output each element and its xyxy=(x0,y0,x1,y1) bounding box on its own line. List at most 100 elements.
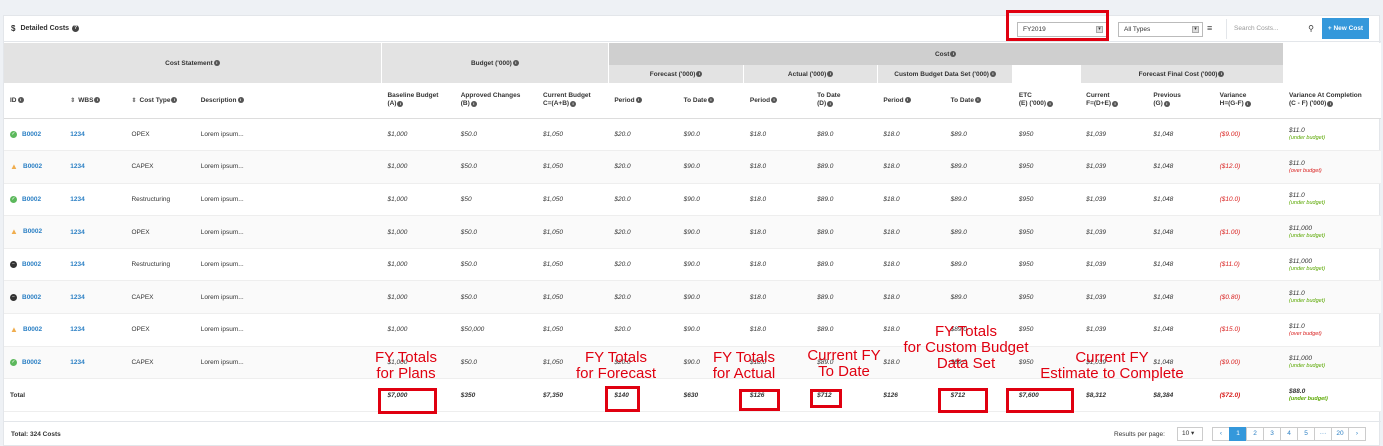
col-actual-todate[interactable]: To Date (D) i xyxy=(811,83,878,119)
wbs-link[interactable]: 1234 xyxy=(70,261,84,268)
forecast-total-highlight xyxy=(605,386,640,412)
col-approved[interactable]: Approved Changes (B) i xyxy=(454,83,538,119)
cost-id-link[interactable]: B0002 xyxy=(22,294,41,301)
table-row[interactable]: − B0002 1234 CAPEX Lorem ipsum... $1,000 $50.0… xyxy=(4,280,1381,315)
cell-cb-todate: $89.0 xyxy=(944,118,1013,152)
warning-icon: ▲ xyxy=(10,325,18,335)
col-variance[interactable]: Variance H=(G-F) i xyxy=(1213,83,1283,119)
table-row[interactable]: ▲ B0002 1234 OPEX Lorem ipsum... $1,000 $50.0 $… xyxy=(4,215,1381,249)
new-cost-button[interactable]: + New Cost xyxy=(1322,18,1369,39)
col-vac[interactable]: Variance At Completion (C - F) ('000) i xyxy=(1283,83,1381,119)
cost-id-link[interactable]: B0002 xyxy=(23,229,42,236)
search-icon[interactable]: ⚲ xyxy=(1308,19,1314,39)
col-final-previous[interactable]: Previous (G) i xyxy=(1147,83,1214,119)
annotation-actual: FY Totals for Actual xyxy=(712,349,776,382)
cell-approved: $50.0 xyxy=(454,215,538,249)
check-circle-icon: ✓ xyxy=(10,358,17,366)
cell-fc-todate: $90.0 xyxy=(677,248,744,282)
info-icon: i xyxy=(904,97,911,104)
cell-fc-todate: $90.0 xyxy=(677,118,744,152)
page-button[interactable]: 2 xyxy=(1246,427,1264,441)
table-row[interactable]: − B0002 1234 Restructuring Lorem ipsum... $1,… xyxy=(4,248,1381,282)
cell-ffc-previous: $1,048 xyxy=(1147,183,1214,217)
col-actual-period[interactable]: Period i xyxy=(743,83,812,119)
cell-wbs: 1234 xyxy=(64,118,126,152)
page-button[interactable]: 5 xyxy=(1297,427,1315,441)
column-menu-icon[interactable]: ≡ xyxy=(1207,24,1215,33)
sort-icon[interactable]: ⇕ xyxy=(70,98,75,104)
cell-vac: $11.0 (under budget) xyxy=(1283,183,1381,217)
type-select[interactable]: All Types ▾ xyxy=(1118,22,1203,37)
cost-id-link[interactable]: B0002 xyxy=(23,164,42,171)
table-row[interactable]: ✓ B0002 1234 Restructuring Lorem ipsum... $1,… xyxy=(4,183,1381,217)
cell-ac-todate: $89.0 xyxy=(811,150,878,184)
vac-note: (under budget) xyxy=(1289,135,1326,142)
results-per-page-select[interactable]: 10 ▾ xyxy=(1177,427,1203,441)
cell-etc: $950 xyxy=(1012,118,1081,152)
page-button[interactable]: 20 xyxy=(1331,427,1349,441)
cell-current-budget: $1,050 xyxy=(537,248,609,282)
col-baseline[interactable]: Baseline Budget (A) i xyxy=(381,83,455,119)
cell-ac-period: $18.0 xyxy=(743,215,812,249)
cell-baseline: $1,000 xyxy=(381,118,455,152)
info-icon: i xyxy=(1112,100,1119,107)
cost-id-link[interactable]: B0002 xyxy=(22,131,41,138)
cost-id-link[interactable]: B0002 xyxy=(22,261,41,268)
table-row[interactable]: ▲ B0002 1234 CAPEX Lorem ipsum... $1,000 $50.0… xyxy=(4,150,1381,184)
cell-vac: $11.0 (over budget) xyxy=(1283,150,1381,184)
cost-statement-header: Cost Statement i xyxy=(4,43,382,83)
wbs-link[interactable]: 1234 xyxy=(70,163,84,170)
info-icon: i xyxy=(17,97,24,104)
sort-icon[interactable]: ⇕ xyxy=(131,98,136,104)
col-current-budget[interactable]: Current Budget C=(A+B) i xyxy=(537,83,609,119)
annotation-etc: Current FY Estimate to Complete xyxy=(1040,349,1184,382)
page-button[interactable]: 3 xyxy=(1263,427,1281,441)
help-icon[interactable]: ? xyxy=(72,25,80,32)
info-icon: i xyxy=(1244,100,1251,107)
col-custom-period[interactable]: Period i xyxy=(877,83,945,119)
cell-current-budget: $1,050 xyxy=(537,183,609,217)
wbs-link[interactable]: 1234 xyxy=(70,229,84,236)
page-button[interactable]: 4 xyxy=(1280,427,1298,441)
cell-id: − B0002 xyxy=(4,280,65,315)
table-row[interactable]: ✓ B0002 1234 OPEX Lorem ipsum... $1,000 $50.0 $… xyxy=(4,118,1381,152)
col-cost-type[interactable]: ⇕ Cost Type i xyxy=(125,83,195,119)
col-final-current[interactable]: Current F=(D+E) i xyxy=(1080,83,1148,119)
prev-page-button[interactable]: ‹ xyxy=(1212,427,1230,441)
cell-ac-todate: $89.0 xyxy=(811,313,878,347)
total-vac: $88.0 (under budget) xyxy=(1283,378,1381,413)
cost-id-link[interactable]: B0002 xyxy=(22,359,41,366)
cost-id-link[interactable]: B0002 xyxy=(22,196,41,203)
cell-ffc-current: $1,039 xyxy=(1080,248,1148,282)
table-row[interactable]: ▲ B0002 1234 OPEX Lorem ipsum... $1,000 $50,00… xyxy=(4,313,1381,347)
cost-id-link[interactable]: B0002 xyxy=(23,326,42,333)
cell-description: Lorem ipsum... xyxy=(194,150,382,184)
wbs-link[interactable]: 1234 xyxy=(70,294,84,301)
cell-approved: $50.0 xyxy=(454,280,538,315)
final-cost-header: Forecast Final Cost ('000) i xyxy=(1080,65,1284,83)
col-id[interactable]: ID i xyxy=(4,83,65,119)
new-cost-label: New Cost xyxy=(1333,25,1364,32)
col-custom-todate[interactable]: To Date i xyxy=(944,83,1013,119)
wbs-link[interactable]: 1234 xyxy=(70,131,84,138)
cell-id: ▲ B0002 xyxy=(4,215,65,249)
search-input[interactable]: Search Costs... ⚲ xyxy=(1226,19,1320,39)
col-forecast-period[interactable]: Period i xyxy=(608,83,678,119)
cell-description: Lorem ipsum... xyxy=(194,215,382,249)
toolbar: $ Detailed Costs ? FY2019 ▾ All Types ▾ … xyxy=(4,16,1381,42)
wbs-link[interactable]: 1234 xyxy=(70,359,84,366)
cell-ac-todate: $89.0 xyxy=(811,183,878,217)
page-button[interactable]: ··· xyxy=(1314,427,1332,441)
col-etc[interactable]: ETC (E) ('000) i xyxy=(1012,83,1081,119)
check-circle-icon: ✓ xyxy=(10,130,17,138)
next-page-button[interactable]: › xyxy=(1348,427,1366,441)
cell-approved: $50,000 xyxy=(454,313,538,347)
wbs-link[interactable]: 1234 xyxy=(70,196,84,203)
col-description[interactable]: Description i xyxy=(194,83,382,119)
col-forecast-todate[interactable]: To Date i xyxy=(677,83,744,119)
cell-approved: $50.0 xyxy=(454,150,538,184)
annotation-todate: Current FY To Date xyxy=(807,347,881,380)
wbs-link[interactable]: 1234 xyxy=(70,326,84,333)
page-button[interactable]: 1 xyxy=(1229,427,1247,441)
col-wbs[interactable]: ⇕ WBS i xyxy=(64,83,126,119)
